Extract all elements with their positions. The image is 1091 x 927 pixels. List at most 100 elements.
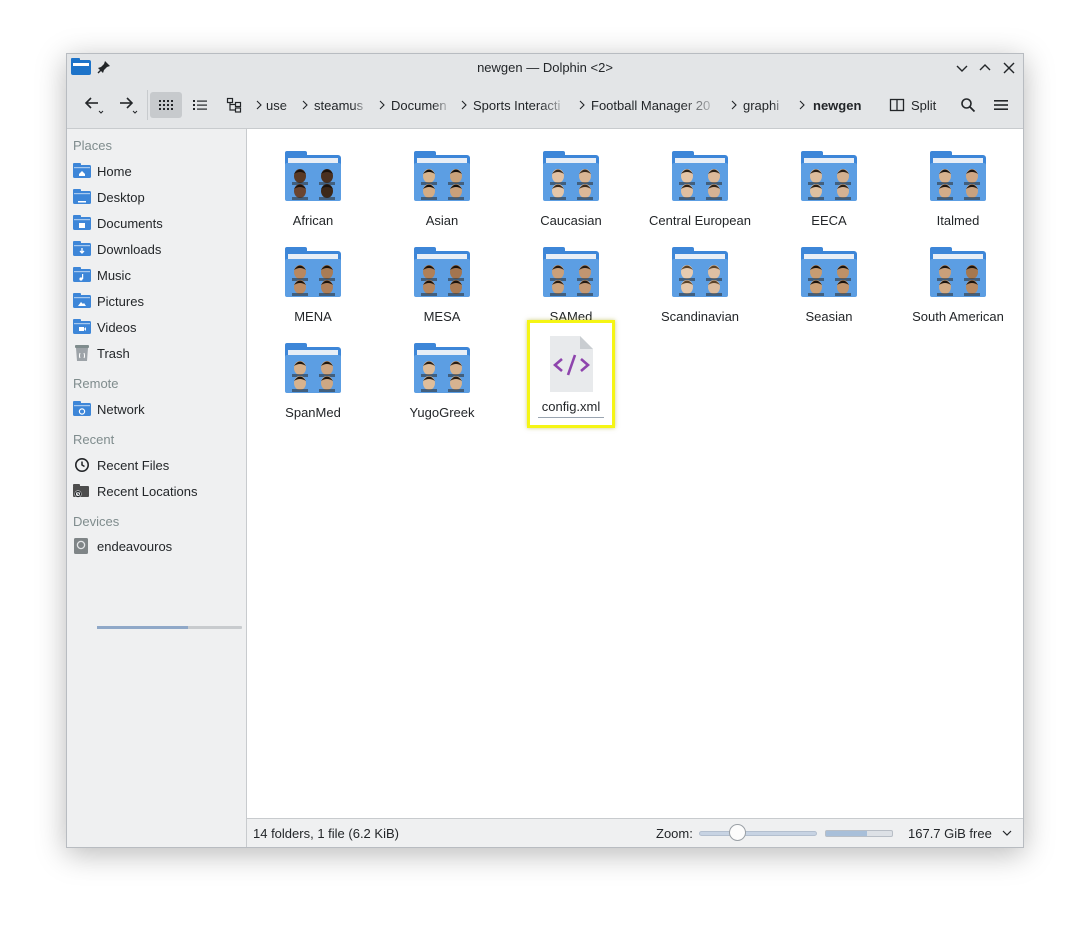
folder-label: Central European [649,213,751,228]
folder-label: Scandinavian [660,309,740,324]
sidebar-item-trash[interactable]: Trash [73,342,130,364]
network-folder-icon [73,401,91,417]
dolphin-window: newgen — Dolphin <2> use steamus Documen… [66,53,1024,848]
hamburger-menu-icon [994,100,1008,110]
section-devices: Devices [73,514,120,529]
folder-label: Caucasian [540,213,602,228]
sidebar-item-label: Videos [97,319,137,335]
titlebar: newgen — Dolphin <2> [67,54,1023,82]
breadcrumb-item[interactable]: steamus [298,98,369,113]
zoom-slider-handle[interactable] [729,824,747,841]
sidebar-item-recent-locations[interactable]: Recent Locations [73,480,197,502]
zoom-slider-track[interactable] [699,831,817,836]
sidebar-item-label: endeavouros [97,538,173,554]
sidebar-item-videos[interactable]: Videos [73,316,137,338]
sidebar-item-label: Trash [97,345,130,361]
xml-file-icon [550,336,593,392]
menu-button[interactable] [988,92,1014,118]
sidebar-item-label: Pictures [97,293,144,309]
sidebar-item-pictures[interactable]: Pictures [73,290,144,312]
file-view[interactable]: African Asian Caucasian Central European EEC… [247,129,1023,819]
sidebar-item-documents[interactable]: Documents [73,212,163,234]
folder-label: Asian [425,213,459,228]
maximize-icon[interactable] [977,60,993,76]
breadcrumb-label: Sports Interacti [473,97,561,113]
details-view-button[interactable] [185,92,215,118]
toolbar: use steamus Documen Sports Interacti Foo… [67,82,1023,129]
chevron-right-icon [461,100,467,110]
breadcrumb-label: newgen [813,97,862,113]
videos-folder-icon [73,319,91,335]
breadcrumb-label: Documen [391,97,447,113]
sidebar-item-label: Downloads [97,241,162,257]
recent-locations-icon [73,483,91,499]
faces-folder-icon [285,343,341,393]
breadcrumb-item[interactable]: Documen [375,98,451,113]
faces-folder-icon [414,247,470,297]
forward-button[interactable] [113,92,143,118]
minimize-icon[interactable] [954,60,970,76]
faces-folder-icon [285,151,341,201]
sidebar-item-endeavouros[interactable]: endeavouros [73,535,172,557]
split-button[interactable]: Split [889,92,936,118]
split-view-icon [889,98,905,112]
chevron-right-icon [256,100,262,110]
close-icon[interactable] [1001,60,1017,76]
chevron-down-icon[interactable] [1001,827,1013,839]
breadcrumb-label: steamus [314,97,364,113]
folder-label: South American [912,309,1004,324]
file-item-config-xml[interactable]: config.xml [527,320,615,428]
list-view-icon [193,100,207,110]
toolbar-separator [147,90,148,120]
faces-folder-icon [801,247,857,297]
sidebar-item-label: Home [97,163,132,179]
folder-label: African [292,213,334,228]
free-space-label[interactable]: 167.7 GiB free [908,826,992,841]
documents-folder-icon [73,215,91,231]
folder-label: YugoGreek [409,405,475,420]
section-remote: Remote [73,376,119,391]
breadcrumb-item[interactable]: graphi [727,98,785,113]
sidebar-item-label: Music [97,267,131,283]
chevron-right-icon [579,100,585,110]
section-places: Places [73,138,113,153]
chevron-right-icon [799,100,805,110]
breadcrumb-item[interactable]: Sports Interacti [457,98,569,113]
search-button[interactable] [955,92,981,118]
pictures-folder-icon [73,293,91,309]
faces-folder-icon [801,151,857,201]
music-folder-icon [73,267,91,283]
breadcrumb-item[interactable]: Football Manager 20 [575,98,721,113]
sidebar-item-music[interactable]: Music [73,264,131,286]
device-usage-bar [97,626,242,629]
space-usage-bar [825,830,893,837]
sidebar-item-label: Recent Locations [97,483,198,499]
faces-folder-icon [672,247,728,297]
icons-view-button[interactable] [150,92,182,118]
window-title: newgen — Dolphin <2> [477,60,613,75]
sidebar-item-recent-files[interactable]: Recent Files [73,454,169,476]
breadcrumb-label: Football Manager 20 [591,97,711,113]
back-button[interactable] [79,92,109,118]
faces-folder-icon [930,247,986,297]
desktop-folder-icon [73,189,91,205]
section-recent: Recent [73,432,115,447]
sidebar-item-home[interactable]: Home [73,160,132,182]
folder-label: Italmed [936,213,980,228]
sidebar-item-desktop[interactable]: Desktop [73,186,145,208]
breadcrumb-item[interactable]: use [252,98,292,113]
zoom-label: Zoom: [656,826,693,841]
breadcrumb-label: graphi [743,97,780,113]
places-sidebar: Places Home Desktop Documents Downloads … [67,129,247,847]
trash-icon [73,345,91,361]
chevron-right-icon [379,100,385,110]
folder-label: EECA [811,213,847,228]
sidebar-item-downloads[interactable]: Downloads [73,238,161,260]
tree-view-button[interactable] [219,92,249,118]
search-icon [961,98,976,113]
breadcrumb-item-current[interactable]: newgen [795,98,861,113]
folder-label: Seasian [805,309,853,324]
faces-folder-icon [543,151,599,201]
folder-label: MENA [294,309,332,324]
sidebar-item-network[interactable]: Network [73,398,145,420]
